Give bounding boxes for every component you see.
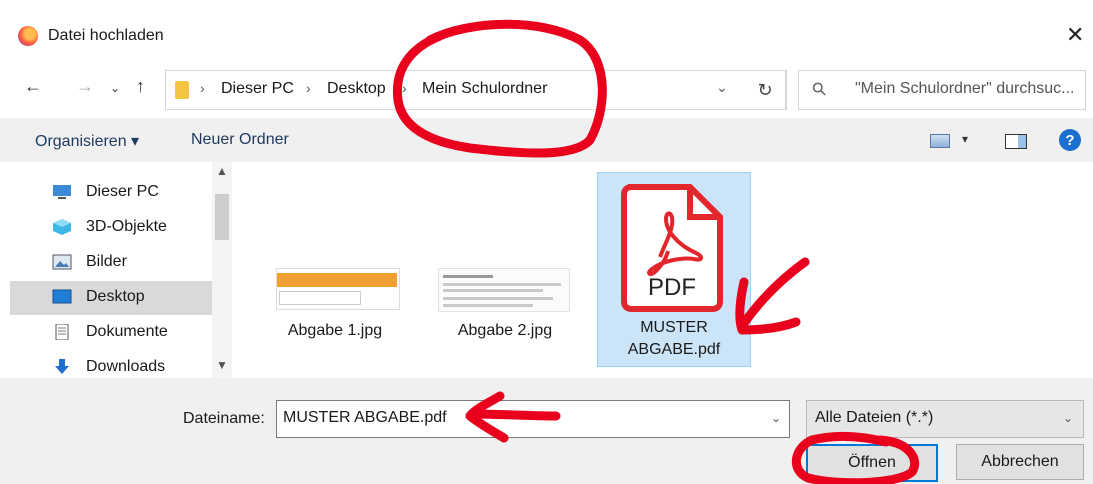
file-item-abgabe-2[interactable]: Abgabe 2.jpg [420,172,590,368]
refresh-icon[interactable]: ↻ [745,70,786,110]
file-name-line-1: MUSTER [640,319,708,336]
dialog-footer: Dateiname: MUSTER ABGABE.pdf ⌄ Alle Date… [0,378,1093,484]
file-list: Abgabe 1.jpg Abgabe 2.jpg PDF MUSTER ABG… [240,162,1093,378]
toolbar: Organisieren ▾ Neuer Ordner ▾ ? [0,118,1093,162]
folder-icon [175,81,189,99]
sidebar-item-dokumente[interactable]: Dokumente [10,316,212,350]
view-dropdown-chevron-icon[interactable]: ▾ [962,132,968,146]
computer-icon [53,185,71,199]
file-item-muster-abgabe[interactable]: PDF MUSTER ABGABE.pdf [597,172,751,367]
sidebar-item-label: Dieser PC [86,183,159,200]
sidebar-item-bilder[interactable]: Bilder [10,246,212,280]
filetype-select[interactable]: Alle Dateien (*.*) ⌄ [806,400,1084,438]
sidebar-scrollbar[interactable]: ▲ ▼ [212,162,232,378]
document-icon [55,324,69,340]
search-box[interactable]: ⚲ "Mein Schulordner" durchsuc... [798,70,1086,110]
pdf-file-icon: PDF [621,184,723,312]
sidebar-item-dieser-pc[interactable]: Dieser PC [10,176,212,210]
search-input[interactable]: "Mein Schulordner" durchsuc... [855,80,1081,98]
breadcrumb-separator-icon: › [402,80,407,96]
desktop-icon [52,289,72,304]
open-button[interactable]: Öffnen [806,444,938,482]
filetype-dropdown-chevron-icon[interactable]: ⌄ [1063,411,1073,425]
sidebar-item-desktop[interactable]: Desktop [10,281,212,315]
picture-icon [52,254,72,270]
navigation-bar: ← → ⌄ ↑ › Dieser PC › Desktop › Mein Sch… [0,60,1093,116]
breadcrumb-separator-icon: › [306,80,311,96]
breadcrumb-separator-icon: › [200,80,205,96]
scroll-up-icon[interactable]: ▲ [216,164,228,178]
filename-input[interactable]: MUSTER ABGABE.pdf ⌄ [276,400,790,438]
sidebar-item-label: Dokumente [86,323,168,340]
sidebar-item-label: 3D-Objekte [86,218,167,235]
address-dropdown-chevron-icon[interactable]: ⌄ [716,79,728,96]
sidebar-item-label: Bilder [86,253,127,270]
window-title: Datei hochladen [48,27,164,44]
firefox-icon [18,26,38,46]
help-icon[interactable]: ? [1059,129,1081,151]
filename-value: MUSTER ABGABE.pdf [283,409,447,426]
new-folder-button[interactable]: Neuer Ordner [191,131,289,149]
file-name-line-2: ABGABE.pdf [627,341,721,358]
scroll-thumb[interactable] [215,194,229,240]
scroll-down-icon[interactable]: ▼ [216,358,228,372]
back-arrow-icon[interactable]: ← [24,76,42,97]
sidebar-item-3d-objekte[interactable]: 3D-Objekte [10,211,212,245]
cancel-button[interactable]: Abbrechen [956,444,1084,480]
breadcrumb-mein-schulordner[interactable]: Mein Schulordner [422,80,547,98]
download-icon [55,359,69,374]
breadcrumb-dieser-pc[interactable]: Dieser PC [221,80,294,98]
preview-pane-icon[interactable] [1005,134,1027,149]
navigation-pane: Dieser PC 3D-Objekte Bilder Desktop Doku… [0,162,232,378]
cube-icon [53,219,71,235]
filename-dropdown-chevron-icon[interactable]: ⌄ [771,411,781,425]
image-thumbnail [438,268,570,312]
sidebar-item-label: Downloads [86,358,166,375]
sidebar-item-label: Desktop [86,288,145,305]
up-arrow-icon[interactable]: ↑ [136,76,145,97]
search-icon: ⚲ [807,77,831,101]
organize-menu[interactable]: Organisieren ▾ [35,131,139,151]
recent-locations-chevron-icon[interactable]: ⌄ [110,81,120,95]
title-bar: Datei hochladen ✕ [0,0,1093,58]
file-name: Abgabe 1.jpg [287,322,383,339]
view-options-icon[interactable] [930,134,950,148]
close-icon[interactable]: ✕ [1066,22,1084,48]
file-name: Abgabe 2.jpg [457,322,553,339]
address-bar[interactable]: › Dieser PC › Desktop › Mein Schulordner… [165,70,787,110]
image-thumbnail [276,268,400,310]
file-item-abgabe-1[interactable]: Abgabe 1.jpg [260,172,410,368]
filetype-value: Alle Dateien (*.*) [815,409,934,426]
breadcrumb-desktop[interactable]: Desktop [327,80,386,98]
forward-arrow-icon[interactable]: → [76,76,94,97]
svg-text:PDF: PDF [648,274,696,301]
filename-label: Dateiname: [183,410,265,427]
